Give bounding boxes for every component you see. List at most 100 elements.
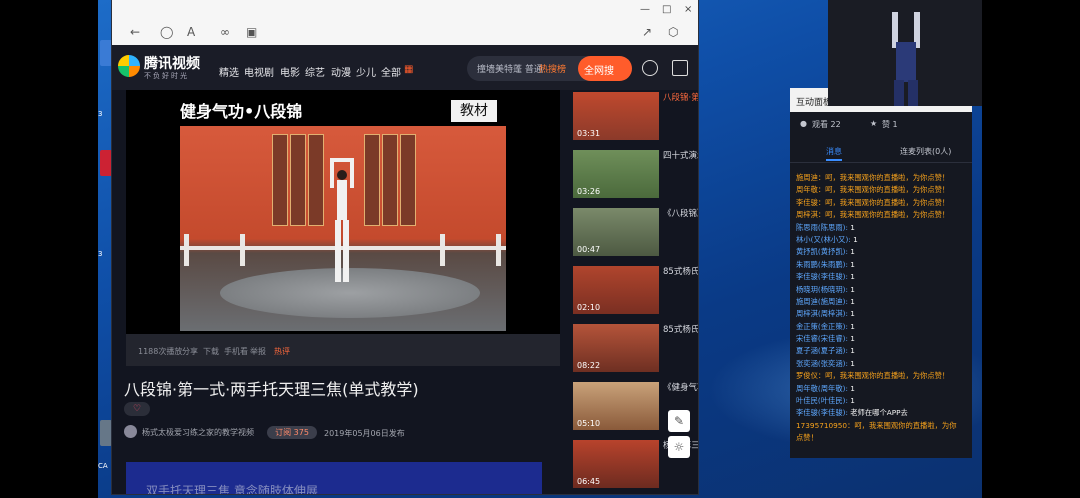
chat-message: 张奕涵(张奕涵): 1 <box>796 358 968 370</box>
copy-icon[interactable]: ▣ <box>246 26 257 38</box>
recommend-thumbnail[interactable]: 08:22 <box>573 324 659 372</box>
close-button[interactable]: × <box>684 4 692 15</box>
video-info-bar: 1188次播放 分享 下载 手机看 举报 热评 <box>126 334 560 366</box>
stage-post <box>184 234 189 266</box>
nav-featured[interactable]: 精选 <box>219 64 239 79</box>
maximize-button[interactable]: □ <box>662 4 671 15</box>
nav-variety[interactable]: 综艺 <box>305 64 325 79</box>
chat-message: 李佳骏：呵，我来围观你的直播啦，为你点赞！ <box>796 197 968 209</box>
message-user: 施周迪(施周迪): <box>796 296 848 306</box>
logo-text: 腾讯视频 <box>144 56 200 72</box>
message-text: ：呵，我来围观你的直播啦，为你点赞！ <box>817 197 950 207</box>
upload-icon[interactable] <box>672 60 688 76</box>
search-placeholder: 撞墙美特蓬 普通 <box>477 65 543 75</box>
message-text: 1 <box>847 247 855 257</box>
mobile-link[interactable]: 手机看 <box>224 346 248 357</box>
nav-tv[interactable]: 电视剧 <box>244 64 274 79</box>
link-icon[interactable]: ∞ <box>220 26 230 38</box>
camera-person-figure <box>892 12 920 106</box>
message-user: 李佳骏 <box>796 197 818 207</box>
message-user: 叶佳民(叶佳民): <box>796 396 848 406</box>
desktop-icon[interactable] <box>100 150 112 176</box>
recommend-thumbnail[interactable]: 02:10 <box>573 266 659 314</box>
recommend-thumbnail[interactable]: 06:45 <box>573 440 659 488</box>
chat-message: 周梓淇(周梓淇): 1 <box>796 308 968 320</box>
message-user: 杨晓玥(杨晓玥): <box>796 284 848 294</box>
share-link[interactable]: 分享 <box>182 346 198 357</box>
desktop-icon[interactable] <box>100 420 112 446</box>
comment-icon[interactable]: ☼ <box>668 436 690 458</box>
chat-message: 金正策(金正策): 1 <box>796 321 968 333</box>
video-player[interactable]: 健身气功•八段锦 教材 <box>126 90 560 334</box>
tencent-video-logo-icon[interactable] <box>118 55 140 77</box>
panel-tabs: 消息 连麦列表(0人) <box>790 142 972 163</box>
message-user: 李佳骏(李佳骏): <box>796 408 848 418</box>
message-text: 1 <box>847 222 855 232</box>
backdrop-panel <box>308 134 324 226</box>
message-text: 1 <box>847 334 855 344</box>
recommend-title[interactable]: 《健身气功八段锦》 <box>663 382 698 394</box>
desktop-icon-strip: 3 3 CA <box>98 0 112 498</box>
gift-icon[interactable]: ✎ <box>668 410 690 432</box>
recommend-title[interactable]: 85式杨氏第六式 白鹤范。 <box>663 324 698 336</box>
subscribe-button[interactable]: 订阅 375 <box>267 426 317 439</box>
message-user: 施周迪 <box>796 173 818 182</box>
hot-search-link[interactable]: 热搜榜 <box>539 62 566 75</box>
backdrop-panel <box>272 134 288 226</box>
viewer-icon: ● <box>800 119 807 128</box>
duration: 05:10 <box>577 419 601 428</box>
download-link[interactable]: 下载 <box>203 346 219 357</box>
avatar[interactable] <box>124 425 137 438</box>
chat-message: 李佳骏(李佳骏): 1 <box>796 271 968 283</box>
font-icon[interactable]: A <box>187 26 195 38</box>
search-icon[interactable]: ◯ <box>160 26 173 38</box>
share-icon[interactable]: ↗ <box>642 26 652 38</box>
stage-post <box>496 234 501 266</box>
recommend-title[interactable]: 四十式演示 向演示 <box>663 150 698 162</box>
tab-messages[interactable]: 消息 <box>826 146 842 161</box>
recommend-thumbnail[interactable]: 03:26 <box>573 150 659 198</box>
recommend-title[interactable]: 《八段锦》常练百病的养生法 <box>663 208 698 220</box>
hot-comments-link[interactable]: 热评 <box>274 346 290 357</box>
uploader-name[interactable]: 杨式太极爱习练之家的教学视频 <box>142 427 254 438</box>
recommend-thumbnail[interactable]: 03:31 <box>573 92 659 140</box>
nav-kids[interactable]: 少儿 <box>356 64 376 79</box>
search-button[interactable]: 全网搜 <box>578 56 632 81</box>
desktop-icon-label: 3 <box>98 250 103 258</box>
grid-menu-icon[interactable]: ▦ <box>404 64 413 75</box>
back-icon[interactable]: ← <box>130 26 140 38</box>
favorite-heart-icon[interactable]: ♡ <box>124 402 150 416</box>
nav-all[interactable]: 全部 <box>381 64 401 79</box>
video-frame <box>180 126 506 331</box>
recommend-title[interactable]: 85式杨氏第六式 白 <box>663 266 698 278</box>
desktop-icon[interactable] <box>100 40 112 66</box>
message-list: 施周迪：呵，我来围观你的直播啦，为你点赞！ 周年敬：呵，我来围观你的直播啦，为你… <box>796 172 968 445</box>
recommend-thumbnail[interactable]: 00:47 <box>573 208 659 256</box>
message-user: 周梓淇(周梓淇): <box>796 309 848 319</box>
message-text: 1 <box>847 346 855 356</box>
recommend-title[interactable]: 八段锦·第一式·两手托天理三焦 <box>663 92 698 104</box>
minimize-button[interactable]: — <box>640 4 650 15</box>
history-icon[interactable] <box>642 60 658 76</box>
message-text: 1 <box>847 321 855 331</box>
chat-message: 宋佳睿(宋佳睿): 1 <box>796 333 968 345</box>
message-text: 1 <box>847 272 855 282</box>
nav-anime[interactable]: 动漫 <box>331 64 351 79</box>
performer-figure <box>330 158 354 282</box>
message-user: 宋佳睿(宋佳睿): <box>796 334 848 344</box>
banner[interactable]: 双手托天理三焦 意念随肢体伸展 <box>126 462 542 494</box>
backdrop-panel <box>400 134 416 226</box>
nav-movie[interactable]: 电影 <box>280 64 300 79</box>
desktop-icon-label: 3 <box>98 110 103 118</box>
report-link[interactable]: 举报 <box>250 346 266 357</box>
logo-slogan: 不负好时光 <box>144 72 189 80</box>
tab-mic-list[interactable]: 连麦列表(0人) <box>900 146 951 157</box>
cube-icon[interactable]: ⬡ <box>668 26 678 38</box>
message-user: 罗俊仪 <box>796 371 818 381</box>
message-text: 1 <box>847 358 855 368</box>
search-button-label: 全网搜 <box>584 66 614 77</box>
message-text: 1 <box>847 296 855 306</box>
panel-stats: ● 观看 22 ★ 赞 1 <box>790 114 972 136</box>
recommend-thumbnail[interactable]: 05:10 <box>573 382 659 430</box>
chat-message: 周梓淇：呵，我来围观你的直播啦，为你点赞！ <box>796 209 968 221</box>
